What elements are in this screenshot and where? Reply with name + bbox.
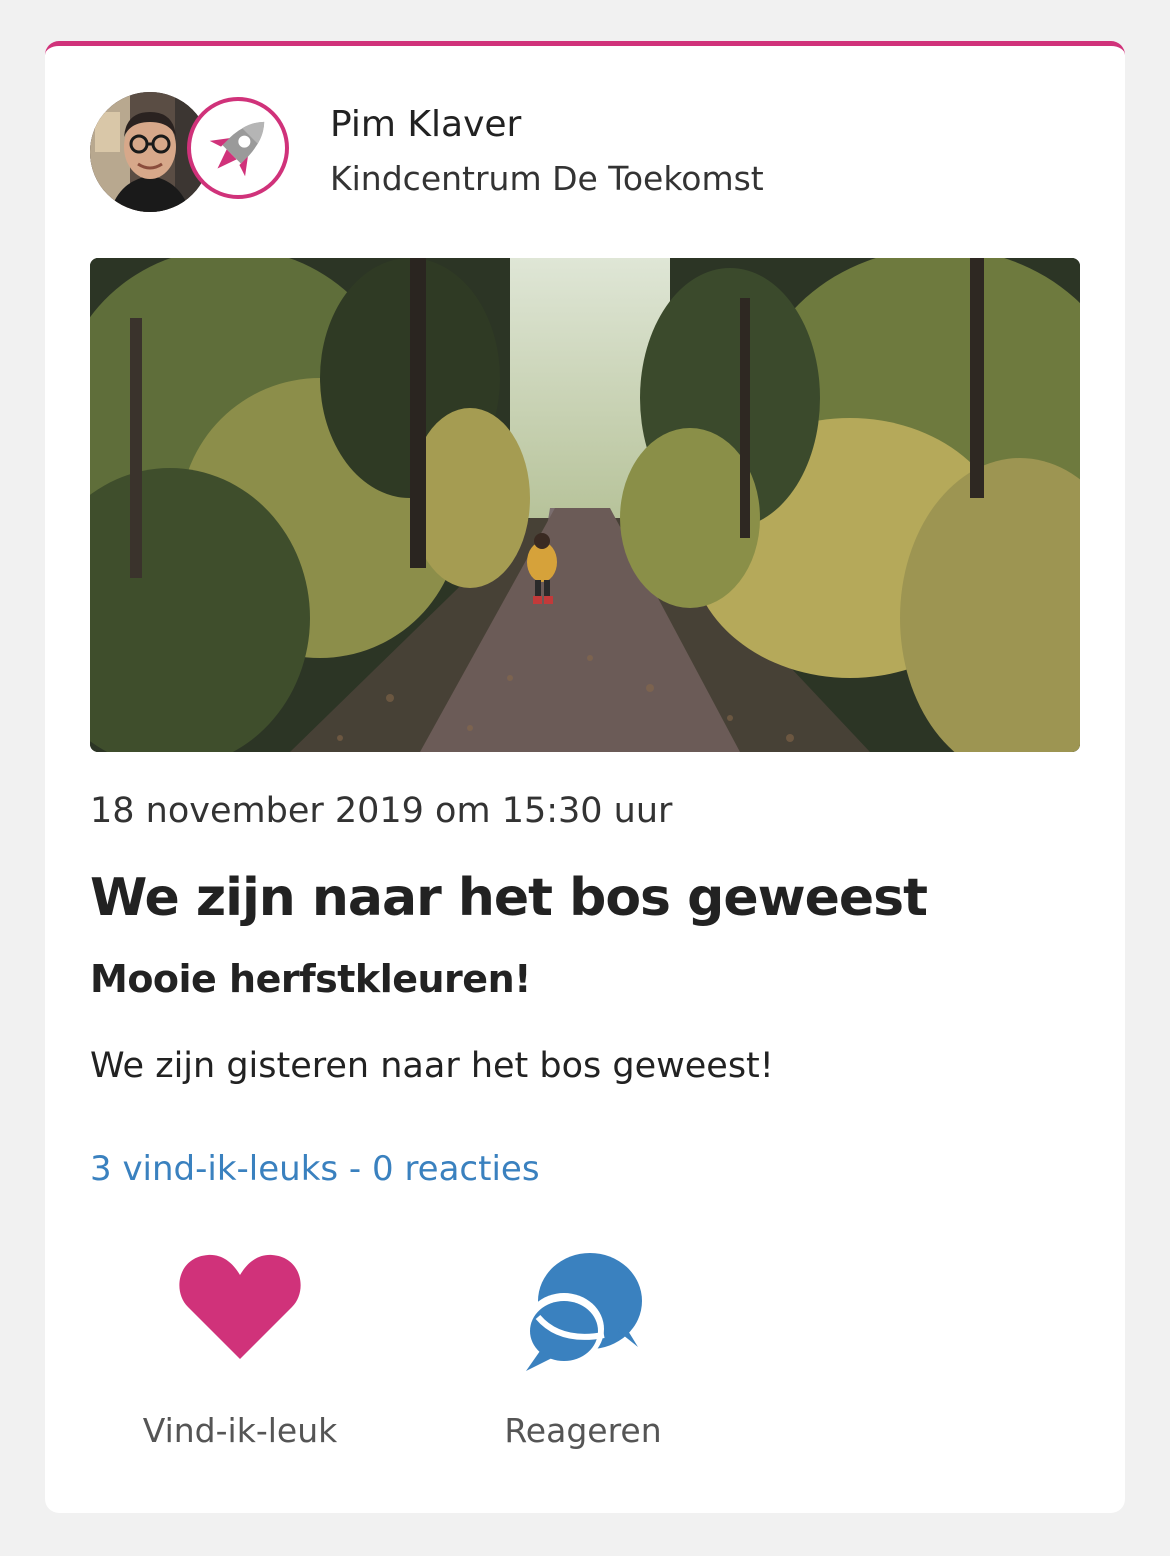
post-card: Pim Klaver Kindcentrum De Toekomst 18 no… — [45, 41, 1125, 1513]
rocket-icon — [209, 121, 265, 177]
post-date: 18 november 2019 om 15:30 uur — [90, 791, 673, 831]
heart-icon — [179, 1254, 301, 1359]
comment-label: Reageren — [504, 1411, 662, 1450]
post-photo[interactable] — [90, 258, 1080, 752]
likes-comments-count[interactable]: 3 vind-ik-leuks - 0 reacties — [90, 1149, 540, 1189]
organization-logo — [187, 97, 289, 199]
comment-button[interactable]: Reageren — [463, 1251, 703, 1451]
organization-name: Kindcentrum De Toekomst — [330, 159, 764, 198]
like-button[interactable]: Vind-ik-leuk — [120, 1251, 360, 1451]
author-name[interactable]: Pim Klaver — [330, 104, 521, 145]
post-body: We zijn gisteren naar het bos geweest! — [90, 1046, 774, 1086]
chat-bubbles-icon — [524, 1253, 642, 1371]
post-title: We zijn naar het bos geweest — [90, 868, 928, 928]
like-label: Vind-ik-leuk — [142, 1411, 338, 1450]
post-subtitle: Mooie herfstkleuren! — [90, 957, 531, 1001]
